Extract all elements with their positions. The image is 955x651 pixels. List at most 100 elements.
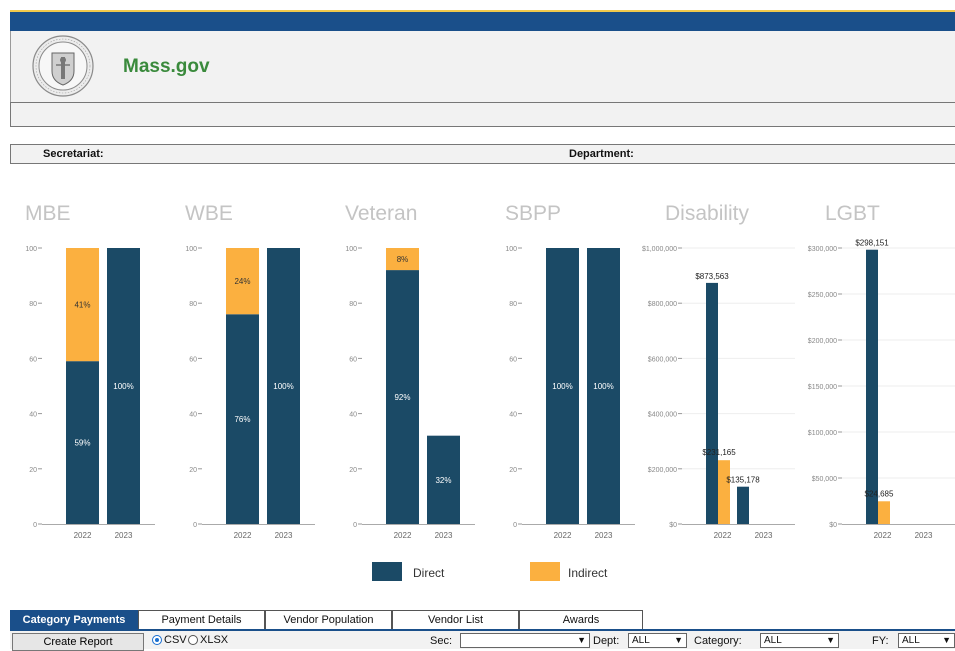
bar-label: 100% [552, 382, 572, 391]
legend-label-indirect: Indirect [568, 566, 608, 580]
bar-label: 76% [234, 415, 250, 424]
sub-header-bar [10, 102, 955, 127]
y-tick-label: $1,000,000 [642, 246, 677, 253]
bar-label: $24,685 [865, 489, 894, 498]
dept-label: Dept: [593, 635, 620, 647]
chevron-down-icon: ▼ [577, 635, 586, 645]
csv-radio[interactable] [152, 635, 162, 645]
y-tick-label: 100 [505, 246, 517, 253]
bar-label: 32% [435, 476, 451, 485]
sec-label: Sec: [430, 635, 453, 647]
y-tick-label: 20 [189, 467, 197, 474]
y-tick-label: $300,000 [808, 246, 837, 253]
x-tick-label: 2023 [755, 531, 773, 540]
bar-direct [706, 282, 718, 524]
sec-select[interactable]: ▼ [460, 633, 590, 648]
y-tick-label: 0 [353, 522, 357, 529]
dept-select[interactable]: ALL ▼ [628, 633, 687, 648]
bar-label: $873,563 [695, 272, 729, 281]
y-tick-label: $250,000 [808, 292, 837, 299]
state-seal-icon[interactable] [32, 35, 94, 97]
site-name[interactable]: Mass.gov [123, 56, 210, 78]
y-tick-label: $600,000 [648, 356, 677, 363]
x-tick-label: 2022 [234, 531, 252, 540]
chart-title: Disability [665, 202, 750, 225]
chart-panel-lgbt: LGBT $0 $50,000 $100,000 $150,000 $200,000 $25… [808, 202, 955, 540]
y-tick-label: $200,000 [808, 338, 837, 345]
y-tick-label: 60 [189, 356, 197, 363]
x-tick-label: 2022 [74, 531, 92, 540]
x-tick-label: 2023 [915, 531, 933, 540]
x-tick-label: 2022 [714, 531, 732, 540]
bar-indirect [718, 460, 730, 524]
category-label: Category: [694, 635, 742, 647]
y-tick-label: $800,000 [648, 301, 677, 308]
format-xlsx-option[interactable]: XLSX [188, 634, 228, 646]
y-tick-label: 100 [345, 246, 357, 253]
y-tick-label: 20 [29, 467, 37, 474]
y-tick-label: 0 [193, 522, 197, 529]
x-tick-label: 2023 [115, 531, 133, 540]
top-brand-bar [10, 10, 955, 31]
y-tick-label: $200,000 [648, 467, 677, 474]
y-tick-label: 100 [25, 246, 37, 253]
x-tick-label: 2023 [595, 531, 613, 540]
tab-vendor-list[interactable]: Vendor List [392, 610, 519, 629]
y-tick-label: $0 [669, 522, 677, 529]
legend-label-direct: Direct [413, 566, 445, 580]
xlsx-label: XLSX [200, 634, 229, 646]
y-tick-label: 100 [185, 246, 197, 253]
chart-title: MBE [25, 202, 71, 225]
bar-indirect [878, 501, 890, 524]
fy-label: FY: [872, 635, 889, 647]
y-tick-label: 80 [509, 301, 517, 308]
report-tabs: Category Payments Payment Details Vendor… [10, 610, 955, 629]
y-tick-label: 80 [349, 301, 357, 308]
report-toolbar: Create Report CSV XLSX Sec: ▼ Dept: ALL … [10, 629, 955, 651]
y-tick-label: 80 [189, 301, 197, 308]
bar-label: $231,165 [702, 448, 736, 457]
category-select[interactable]: ALL ▼ [760, 633, 839, 648]
x-tick-label: 2023 [435, 531, 453, 540]
y-tick-label: 60 [29, 356, 37, 363]
bar-label: 8% [397, 255, 409, 264]
y-tick-label: $400,000 [648, 412, 677, 419]
bar-direct [737, 486, 749, 524]
chevron-down-icon: ▼ [674, 635, 683, 645]
chart-panel-mbe: MBE 0 20 40 60 80 100 2022 2023 59% 41% 100% [25, 202, 155, 540]
tab-vendor-population[interactable]: Vendor Population [265, 610, 392, 629]
x-tick-label: 2022 [874, 531, 892, 540]
format-csv-option[interactable]: CSV [152, 634, 187, 646]
x-tick-label: 2022 [554, 531, 572, 540]
tab-category-payments[interactable]: Category Payments [10, 610, 138, 629]
xlsx-radio[interactable] [188, 635, 198, 645]
dept-select-value: ALL [632, 635, 650, 646]
bar-label: 92% [394, 393, 410, 402]
bar-label: 41% [74, 301, 90, 310]
x-tick-label: 2023 [275, 531, 293, 540]
bar-direct [866, 249, 878, 524]
y-tick-label: 40 [349, 412, 357, 419]
legend-swatch-indirect [530, 562, 560, 581]
y-tick-label: 0 [33, 522, 37, 529]
bar-label: $298,151 [855, 239, 889, 248]
legend-swatch-direct [372, 562, 402, 581]
y-tick-label: 80 [29, 301, 37, 308]
chart-panel-sbpp: SBPP 0 20 40 60 80 100 2022 2023 100% 100% [505, 202, 635, 540]
y-tick-label: 0 [513, 522, 517, 529]
csv-label: CSV [164, 634, 187, 646]
fy-select[interactable]: ALL ▼ [898, 633, 955, 648]
tab-payment-details[interactable]: Payment Details [138, 610, 265, 629]
chart-title: LGBT [825, 202, 880, 225]
department-label: Department: [569, 148, 634, 160]
charts-area: MBE 0 20 40 60 80 100 2022 2023 59% 41% 100% WBE 0 20 4… [25, 202, 955, 581]
tab-awards[interactable]: Awards [519, 610, 643, 629]
site-header: Mass.gov [10, 31, 955, 102]
bar-label: $135,178 [726, 476, 760, 485]
x-tick-label: 2022 [394, 531, 412, 540]
create-report-button[interactable]: Create Report [12, 633, 144, 651]
chevron-down-icon: ▼ [826, 635, 835, 645]
chart-title: SBPP [505, 202, 561, 225]
fy-select-value: ALL [902, 635, 920, 646]
chart-panel-wbe: WBE 0 20 40 60 80 100 2022 2023 76% 24% 100% [185, 202, 315, 540]
